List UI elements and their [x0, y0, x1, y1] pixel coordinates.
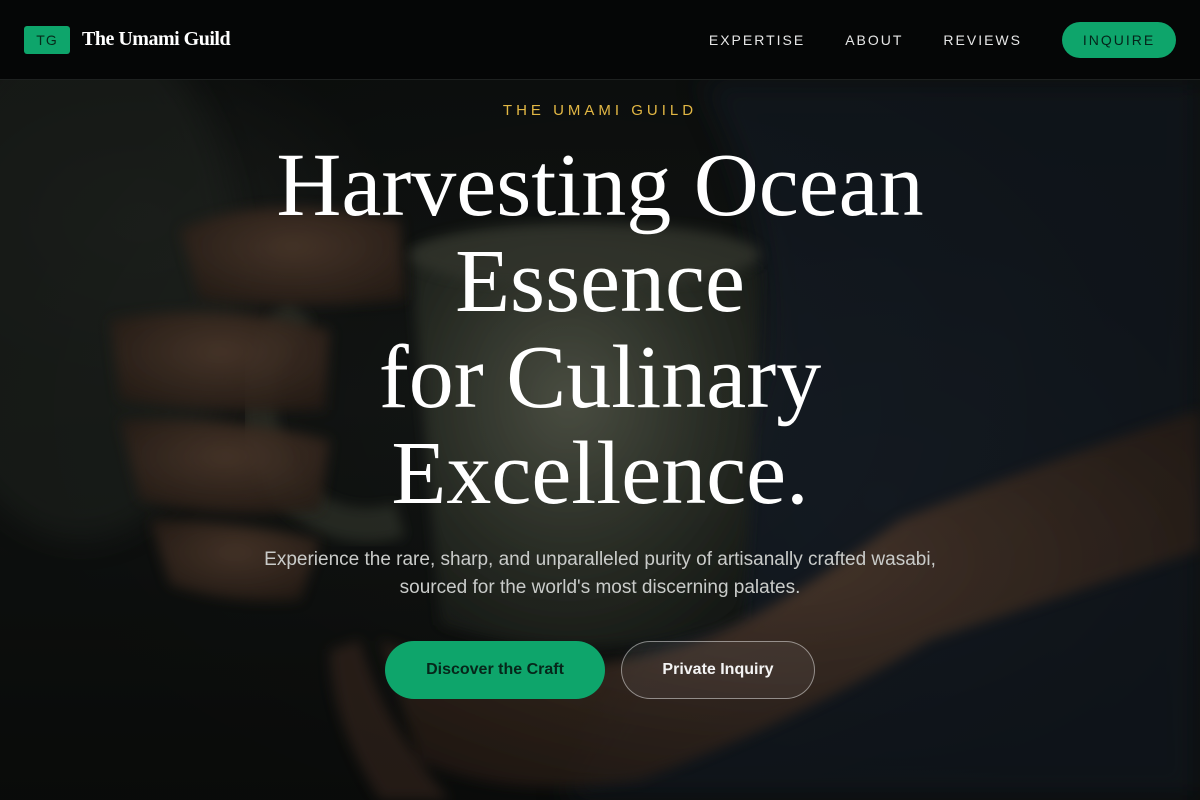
hero-eyebrow: THE UMAMI GUILD: [502, 102, 698, 119]
headline-line-2: Essence: [455, 232, 745, 331]
brand-name: The Umami Guild: [82, 28, 231, 50]
headline-line-3: for Culinary: [378, 328, 822, 427]
hero-headline: Harvesting Ocean Essence for Culinary Ex…: [150, 138, 1050, 522]
headline-line-4: Excellence.: [391, 424, 809, 523]
hero-cta-row: Discover the Craft Private Inquiry: [0, 641, 1200, 699]
hero-content: THE UMAMI GUILD Harvesting Ocean Essence…: [0, 80, 1200, 800]
nav-link-reviews[interactable]: REVIEWS: [943, 32, 1022, 48]
private-inquiry-button[interactable]: Private Inquiry: [621, 641, 815, 699]
nav-link-about[interactable]: ABOUT: [845, 32, 903, 48]
logo-badge: TG: [24, 25, 70, 54]
brand[interactable]: TG The Umami Guild: [24, 25, 231, 54]
headline-line-1: Harvesting Ocean: [276, 136, 924, 235]
inquire-button[interactable]: INQUIRE: [1062, 21, 1176, 58]
site-header: TG The Umami Guild EXPERTISE ABOUT REVIE…: [0, 0, 1200, 80]
main-nav: EXPERTISE ABOUT REVIEWS INQUIRE: [709, 21, 1176, 58]
nav-link-expertise[interactable]: EXPERTISE: [709, 32, 805, 48]
hero-subtitle: Experience the rare, sharp, and unparall…: [264, 549, 936, 598]
discover-the-craft-button[interactable]: Discover the Craft: [385, 641, 605, 699]
